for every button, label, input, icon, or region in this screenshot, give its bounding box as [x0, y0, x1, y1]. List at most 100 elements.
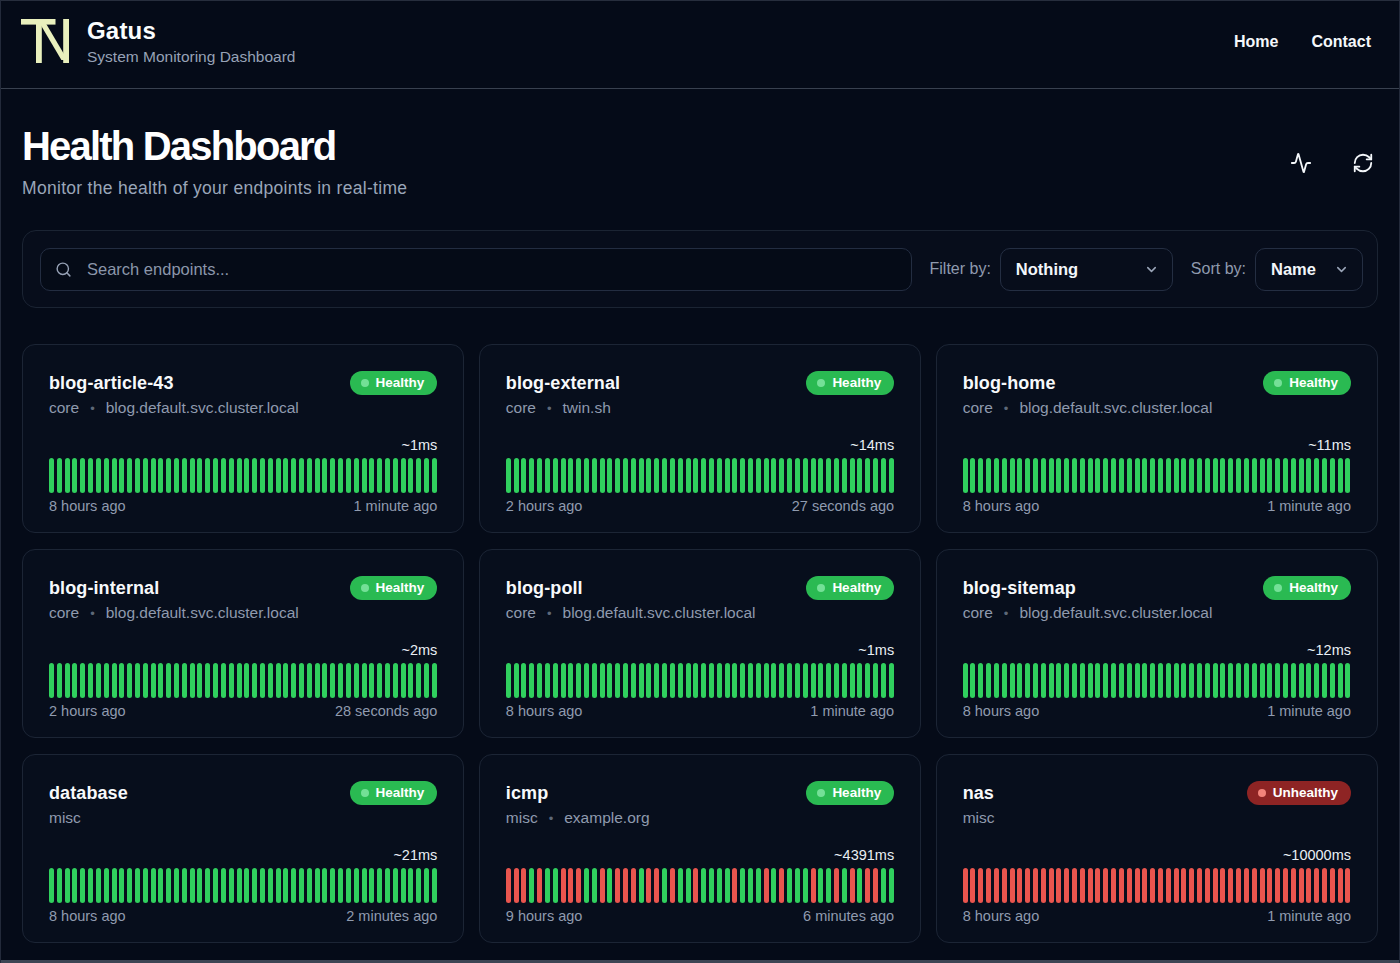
uptime-bar-down[interactable] — [1158, 868, 1163, 903]
uptime-bar-up[interactable] — [1205, 663, 1210, 698]
uptime-bar-up[interactable] — [857, 663, 862, 698]
uptime-bar-up[interactable] — [127, 868, 132, 903]
uptime-bar-up[interactable] — [978, 458, 983, 493]
uptime-bar-up[interactable] — [1267, 458, 1272, 493]
uptime-bar-up[interactable] — [970, 663, 975, 698]
uptime-bar-up[interactable] — [1260, 458, 1265, 493]
uptime-bar-down[interactable] — [850, 868, 855, 903]
uptime-bar-up[interactable] — [826, 868, 831, 903]
uptime-bar-down[interactable] — [1049, 868, 1054, 903]
uptime-bar-up[interactable] — [244, 868, 249, 903]
uptime-bar-up[interactable] — [244, 663, 249, 698]
uptime-bar-down[interactable] — [1056, 868, 1061, 903]
uptime-bar-up[interactable] — [135, 458, 140, 493]
uptime-bar-up[interactable] — [506, 458, 511, 493]
uptime-bar-up[interactable] — [213, 458, 218, 493]
uptime-bar-up[interactable] — [889, 458, 894, 493]
uptime-bar-up[interactable] — [369, 663, 374, 698]
search-input[interactable] — [87, 260, 897, 279]
uptime-bar-up[interactable] — [104, 868, 109, 903]
uptime-bar-down[interactable] — [1220, 868, 1225, 903]
uptime-bar-up[interactable] — [322, 663, 327, 698]
uptime-bar-down[interactable] — [600, 868, 605, 903]
uptime-bar-down[interactable] — [631, 868, 636, 903]
uptime-bar-up[interactable] — [771, 663, 776, 698]
uptime-bar-up[interactable] — [662, 868, 667, 903]
uptime-bar-up[interactable] — [416, 458, 421, 493]
uptime-bar-up[interactable] — [662, 458, 667, 493]
endpoint-card[interactable]: blog-home Healthy core • blog.default.sv… — [936, 344, 1378, 533]
uptime-bar-up[interactable] — [80, 663, 85, 698]
uptime-bar-up[interactable] — [725, 663, 730, 698]
uptime-bar-up[interactable] — [244, 458, 249, 493]
uptime-bar-up[interactable] — [748, 868, 753, 903]
nav-link-contact[interactable]: Contact — [1311, 33, 1371, 51]
uptime-bar-up[interactable] — [401, 868, 406, 903]
uptime-bar-down[interactable] — [1228, 868, 1233, 903]
uptime-bar-up[interactable] — [377, 663, 382, 698]
endpoint-card[interactable]: blog-sitemap Healthy core • blog.default… — [936, 549, 1378, 738]
uptime-bar-up[interactable] — [369, 458, 374, 493]
uptime-bar-up[interactable] — [260, 868, 265, 903]
uptime-bar-up[interactable] — [158, 458, 163, 493]
uptime-bar-up[interactable] — [779, 663, 784, 698]
uptime-bar-up[interactable] — [291, 868, 296, 903]
uptime-bar-up[interactable] — [1072, 663, 1077, 698]
uptime-bars[interactable] — [963, 868, 1351, 903]
uptime-bar-down[interactable] — [693, 868, 698, 903]
uptime-bar-up[interactable] — [221, 663, 226, 698]
uptime-bars[interactable] — [963, 458, 1351, 493]
uptime-bar-up[interactable] — [970, 458, 975, 493]
uptime-bar-down[interactable] — [1041, 868, 1046, 903]
uptime-bar-up[interactable] — [237, 458, 242, 493]
uptime-bar-up[interactable] — [834, 663, 839, 698]
uptime-bar-up[interactable] — [600, 458, 605, 493]
uptime-bar-up[interactable] — [260, 663, 265, 698]
uptime-bar-up[interactable] — [119, 868, 124, 903]
uptime-bar-up[interactable] — [432, 868, 437, 903]
uptime-bar-up[interactable] — [553, 458, 558, 493]
uptime-bar-up[interactable] — [112, 868, 117, 903]
uptime-bar-up[interactable] — [1088, 663, 1093, 698]
uptime-bar-up[interactable] — [584, 458, 589, 493]
uptime-bar-up[interactable] — [65, 868, 70, 903]
uptime-bar-up[interactable] — [537, 458, 542, 493]
uptime-bar-up[interactable] — [748, 663, 753, 698]
uptime-bar-down[interactable] — [1244, 868, 1249, 903]
uptime-bar-down[interactable] — [779, 868, 784, 903]
uptime-bar-up[interactable] — [1236, 458, 1241, 493]
uptime-bar-up[interactable] — [1228, 663, 1233, 698]
uptime-bar-up[interactable] — [678, 663, 683, 698]
uptime-bar-up[interactable] — [143, 663, 148, 698]
uptime-bar-up[interactable] — [385, 868, 390, 903]
uptime-bar-down[interactable] — [1111, 868, 1116, 903]
uptime-bar-up[interactable] — [576, 458, 581, 493]
uptime-bar-up[interactable] — [561, 663, 566, 698]
uptime-bar-up[interactable] — [646, 663, 651, 698]
uptime-bar-up[interactable] — [623, 458, 628, 493]
uptime-bar-up[interactable] — [49, 458, 54, 493]
uptime-bar-up[interactable] — [592, 868, 597, 903]
uptime-bar-down[interactable] — [1080, 868, 1085, 903]
uptime-bar-up[interactable] — [740, 868, 745, 903]
uptime-bar-up[interactable] — [818, 663, 823, 698]
uptime-bar-up[interactable] — [881, 663, 886, 698]
nav-link-home[interactable]: Home — [1234, 33, 1278, 51]
uptime-bar-up[interactable] — [385, 663, 390, 698]
uptime-bar-up[interactable] — [221, 868, 226, 903]
uptime-bar-down[interactable] — [1017, 868, 1022, 903]
uptime-bar-up[interactable] — [307, 663, 312, 698]
uptime-bar-up[interactable] — [607, 663, 612, 698]
uptime-bar-up[interactable] — [88, 663, 93, 698]
uptime-bar-up[interactable] — [151, 663, 156, 698]
uptime-bar-up[interactable] — [205, 663, 210, 698]
uptime-bar-up[interactable] — [818, 458, 823, 493]
uptime-bar-up[interactable] — [104, 458, 109, 493]
uptime-bar-up[interactable] — [276, 663, 281, 698]
uptime-bar-up[interactable] — [237, 868, 242, 903]
uptime-bar-up[interactable] — [978, 663, 983, 698]
uptime-bar-up[interactable] — [346, 458, 351, 493]
uptime-bar-down[interactable] — [873, 868, 878, 903]
uptime-bar-up[interactable] — [764, 458, 769, 493]
uptime-bar-down[interactable] — [1142, 868, 1147, 903]
